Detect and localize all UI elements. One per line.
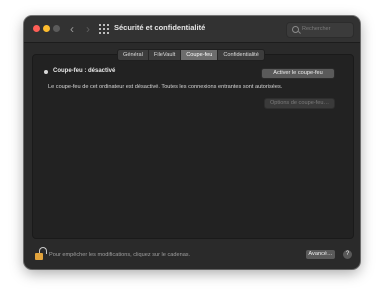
firewall-status: Coupe-feu : désactivé (53, 68, 116, 74)
search-icon (292, 26, 299, 33)
lock-hint: Pour empêcher les modifications, cliquez… (49, 252, 191, 258)
activate-firewall-button[interactable]: Activer le coupe-feu (261, 68, 335, 79)
grid-icon[interactable] (99, 24, 109, 34)
close-button[interactable] (33, 25, 40, 32)
tab-general[interactable]: Général (118, 50, 149, 60)
firewall-options-button[interactable]: Options de coupe-feu… (264, 98, 335, 109)
search-placeholder: Rechercher (302, 26, 331, 32)
chevron-left-icon[interactable]: ‹ (65, 21, 79, 37)
zoom-button[interactable] (53, 25, 60, 32)
preferences-window: ‹ › Sécurité et confidentialité Recherch… (24, 16, 360, 269)
title-bar: ‹ › Sécurité et confidentialité Recherch… (24, 16, 360, 43)
search-input[interactable]: Rechercher (286, 22, 354, 38)
firewall-description: Le coupe-feu de cet ordinateur est désac… (48, 84, 283, 90)
tab-privacy[interactable]: Confidentialité (218, 50, 263, 60)
tab-bar: Général FileVault Coupe-feu Confidential… (117, 49, 265, 61)
tab-filevault[interactable]: FileVault (149, 50, 182, 60)
chevron-right-icon[interactable]: › (81, 21, 95, 37)
minimize-button[interactable] (43, 25, 50, 32)
status-indicator-icon (44, 70, 48, 74)
tab-firewall[interactable]: Coupe-feu (181, 50, 219, 60)
window-title: Sécurité et confidentialité (114, 23, 206, 32)
lock-icon[interactable] (34, 247, 47, 261)
content-panel (32, 54, 354, 239)
help-button[interactable]: ? (342, 249, 353, 260)
advanced-button[interactable]: Avancé… (305, 249, 336, 260)
